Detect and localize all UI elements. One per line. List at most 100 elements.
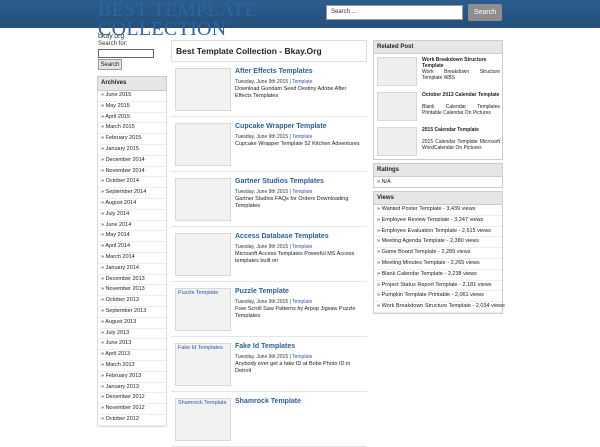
view-link[interactable]: » Work Breakdown Structure Template - 2,… <box>374 302 505 313</box>
related-title-link[interactable]: 2015 Calendar Template <box>422 127 500 133</box>
archive-link[interactable]: » June 2013 <box>98 339 166 351</box>
sidebar-search-button[interactable]: Search <box>98 59 122 70</box>
post-title-link[interactable]: Fake Id Templates <box>235 343 295 350</box>
views-widget: Views » Wanted Poster Template - 3,439 v… <box>373 191 505 314</box>
archive-link[interactable]: » May 2014 <box>98 231 166 243</box>
archive-link[interactable]: » August 2013 <box>98 318 166 329</box>
archive-link[interactable]: » September 2013 <box>98 307 166 318</box>
post-item: Shamrock Template Shamrock Template <box>171 392 367 447</box>
post-date: Tuesday, June 9th 2015 | <box>235 354 291 360</box>
views-title: Views <box>374 192 502 205</box>
view-link[interactable]: » Meeting Agenda Template - 2,380 views <box>374 237 502 249</box>
related-title-link[interactable]: October 2013 Calendar Template <box>422 92 500 98</box>
post-thumbnail[interactable] <box>175 123 231 166</box>
archive-link[interactable]: » May 2015 <box>98 102 166 113</box>
archive-link[interactable]: » November 2014 <box>98 167 166 178</box>
view-link[interactable]: » Employee Evaluation Template - 2,615 v… <box>374 227 502 238</box>
post-excerpt: Gartner Studios FAQs for Orders Download… <box>235 196 349 209</box>
archive-link[interactable]: » October 2014 <box>98 177 166 189</box>
post-item: Access Database Templates Tuesday, June 9… <box>171 227 367 282</box>
related-description: Work Breakdown Structure Template WBS <box>422 69 500 81</box>
archive-link[interactable]: » December 2013 <box>98 275 166 286</box>
related-thumbnail[interactable] <box>377 92 417 121</box>
post-date: Tuesday, June 9th 2015 | <box>235 79 291 85</box>
archive-link[interactable]: » July 2013 <box>98 329 166 340</box>
archive-link[interactable]: » March 2013 <box>98 361 166 372</box>
archive-link[interactable]: » March 2015 <box>98 123 166 135</box>
post-item: Fake Id Templates Fake Id Templates Tuesda… <box>171 337 367 392</box>
post-title-link[interactable]: Puzzle Template <box>235 288 289 295</box>
post-date: Tuesday, June 9th 2015 | <box>235 244 291 250</box>
archives-widget: Archives » June 2015» May 2015» April 20… <box>97 76 167 427</box>
archive-link[interactable]: » June 2014 <box>98 221 166 232</box>
archive-link[interactable]: » November 2012 <box>98 404 166 415</box>
related-list: Work Breakdown Structure Template Work Br… <box>374 54 502 159</box>
archive-link[interactable]: » June 2015 <box>98 91 166 102</box>
view-link[interactable]: » Employee Review Template - 3,247 views <box>374 216 502 227</box>
post-title-link[interactable]: Cupcake Wrapper Template <box>235 123 327 130</box>
main-content: Best Template Collection - Bkay.Org Afte… <box>171 40 367 447</box>
archive-link[interactable]: » October 2013 <box>98 296 166 307</box>
view-link[interactable]: » Wanted Poster Template - 3,439 views <box>374 205 502 216</box>
post-thumbnail[interactable] <box>175 178 231 221</box>
post-excerpt: Cupcake Wrapper Template 52 Kitchen Adve… <box>235 141 360 147</box>
archive-link[interactable]: » February 2015 <box>98 134 166 145</box>
archive-link[interactable]: » December 2014 <box>98 156 166 167</box>
post-category-link[interactable]: Template <box>292 79 312 85</box>
header-search-button[interactable]: Search <box>468 4 502 21</box>
post-thumbnail[interactable]: Puzzle Template <box>175 288 231 331</box>
archive-link[interactable]: » September 2014 <box>98 188 166 199</box>
post-title-link[interactable]: Shamrock Template <box>235 398 301 405</box>
view-link[interactable]: » Blank Calendar Template - 2,238 views <box>374 270 502 281</box>
post-list: After Effects Templates Tuesday, June 9th… <box>171 62 367 447</box>
post-category-link[interactable]: Template <box>292 354 312 360</box>
right-sidebar: Related Post Work Breakdown Structure Te… <box>373 40 505 317</box>
post-excerpt: Free Scroll Saw Patterns by Arpop Jigsaw… <box>235 306 356 319</box>
post-thumbnail[interactable] <box>175 68 231 111</box>
related-post-widget: Related Post Work Breakdown Structure Te… <box>373 40 503 160</box>
archive-link[interactable]: » November 2013 <box>98 285 166 297</box>
post-thumbnail[interactable]: Fake Id Templates <box>175 343 231 386</box>
archive-link[interactable]: » January 2014 <box>98 264 166 275</box>
related-item: October 2013 Calendar Template Blank Cale… <box>374 89 502 124</box>
site-subtitle: bkay.org <box>98 33 125 40</box>
related-thumbnail[interactable] <box>377 127 417 156</box>
related-title-link[interactable]: Work Breakdown Structure Template <box>422 57 500 69</box>
archive-link[interactable]: » January 2015 <box>98 145 166 156</box>
archive-link[interactable]: » January 2013 <box>98 383 166 394</box>
post-thumbnail[interactable] <box>175 233 231 276</box>
archives-list: » June 2015» May 2015» April 2015» March… <box>97 91 167 427</box>
related-thumbnail[interactable] <box>377 57 417 86</box>
post-category-link[interactable]: Template <box>292 189 312 195</box>
post-meta: Tuesday, June 9th 2015 | Template <box>235 244 312 250</box>
archive-link[interactable]: » April 2013 <box>98 350 166 361</box>
archive-link[interactable]: » March 2014 <box>98 253 166 264</box>
post-thumbnail[interactable]: Shamrock Template <box>175 398 231 441</box>
view-link[interactable]: » Project Status Report Template - 2,181… <box>374 281 502 292</box>
post-title-link[interactable]: After Effects Templates <box>235 68 313 75</box>
related-item: Work Breakdown Structure Template Work Br… <box>374 54 502 89</box>
post-category-link[interactable]: Template <box>292 134 312 140</box>
archive-link[interactable]: » April 2014 <box>98 242 166 253</box>
archive-link[interactable]: » August 2014 <box>98 199 166 210</box>
post-category-link[interactable]: Template <box>292 299 312 305</box>
header-search-input[interactable]: Search ... <box>326 5 463 20</box>
archive-link[interactable]: » February 2013 <box>98 372 166 383</box>
view-link[interactable]: » Meeting Minutes Template - 2,265 views <box>374 259 502 270</box>
sidebar-search-input[interactable] <box>98 49 154 58</box>
ratings-title: Ratings <box>374 164 502 177</box>
ratings-value: » N/A <box>377 179 391 185</box>
related-item: 2015 Calendar Template 2015 Calendar Temp… <box>374 124 502 159</box>
view-link[interactable]: » Pumpkin Template Printable - 2,061 vie… <box>374 291 502 303</box>
post-item: After Effects Templates Tuesday, June 9th… <box>171 62 367 117</box>
post-category-link[interactable]: Template <box>292 244 312 250</box>
post-item: Cupcake Wrapper Template Tuesday, June 9t… <box>171 117 367 172</box>
post-title-link[interactable]: Access Database Templates <box>235 233 329 240</box>
view-link[interactable]: » Game Board Template - 2,289 views <box>374 248 502 259</box>
archive-link[interactable]: » April 2015 <box>98 113 166 124</box>
archive-link[interactable]: » December 2012 <box>98 393 166 405</box>
archive-link[interactable]: » July 2014 <box>98 210 166 221</box>
post-title-link[interactable]: Gartner Studios Templates <box>235 178 324 185</box>
archive-link[interactable]: » October 2012 <box>98 415 166 426</box>
post-excerpt: Download Gundam Seed Destiny Adobe After… <box>235 86 347 99</box>
